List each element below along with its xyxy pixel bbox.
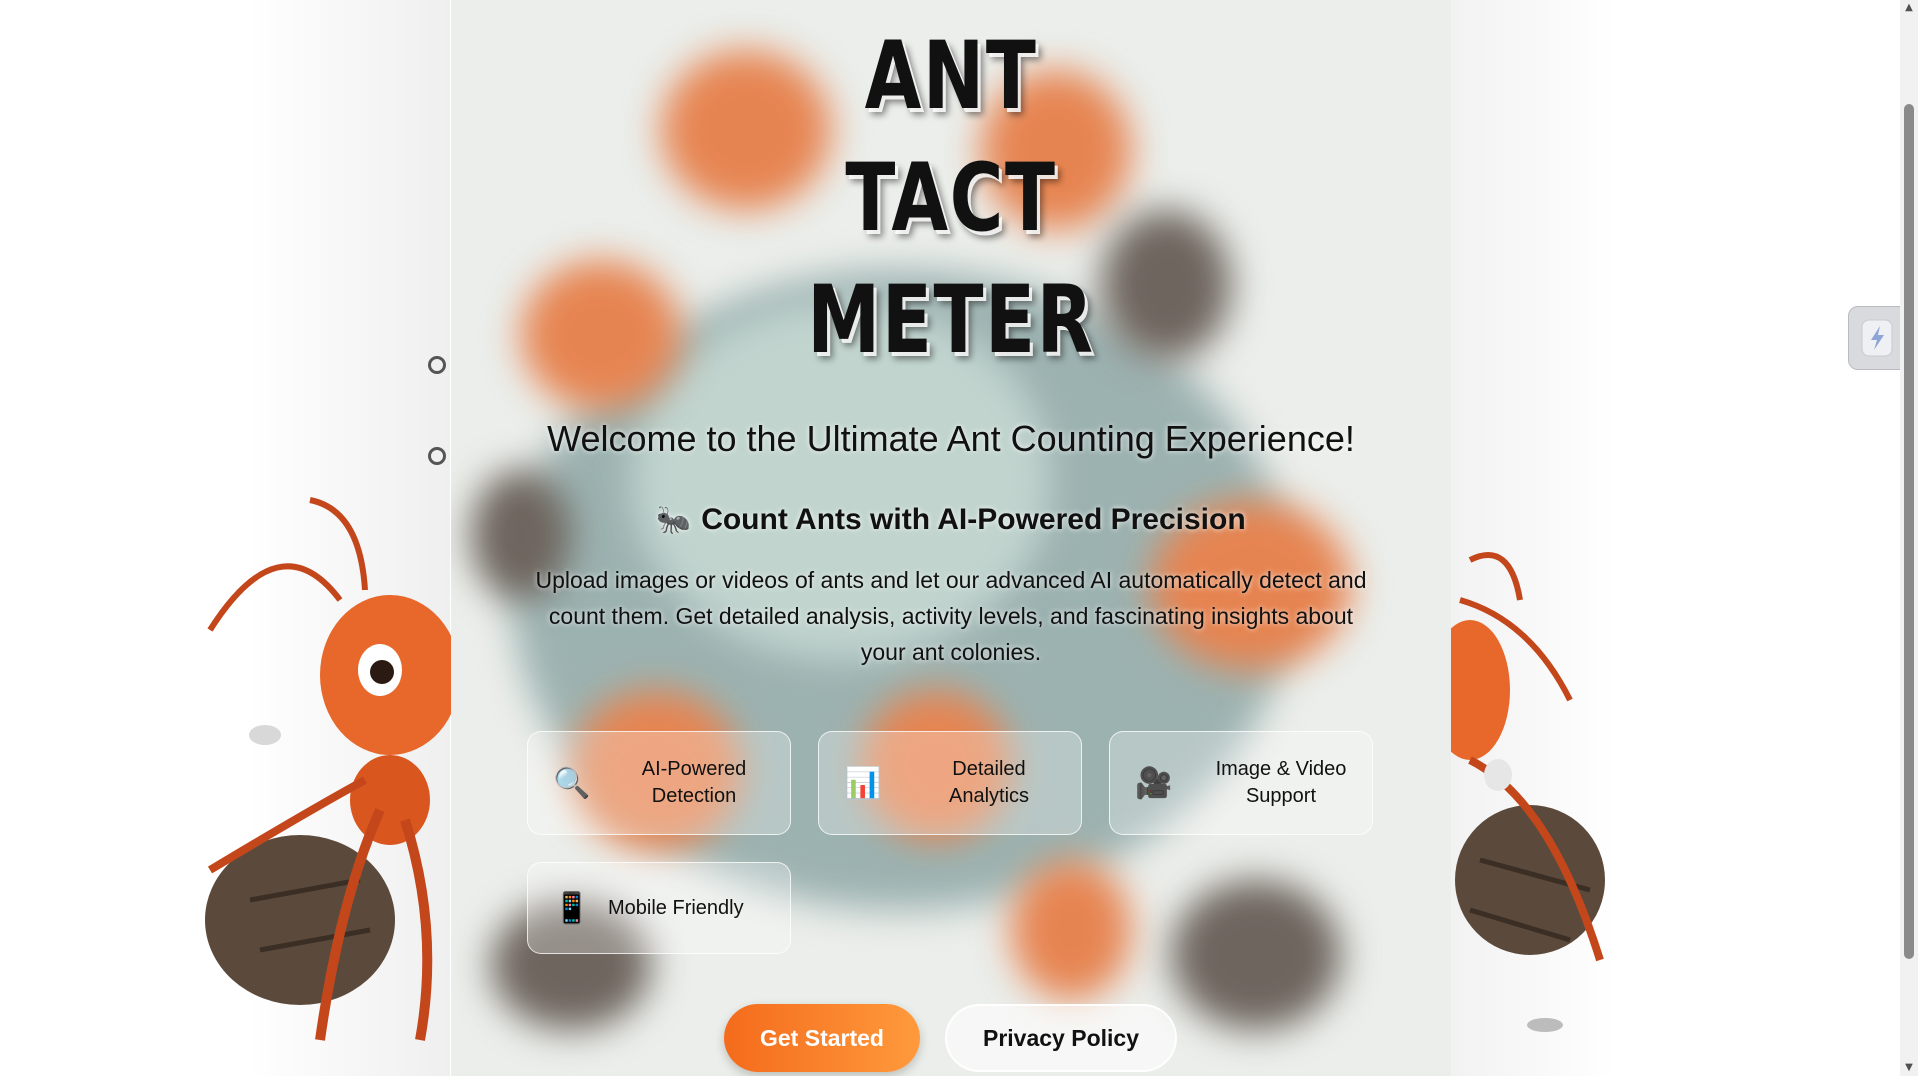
- subheading: 🐜 Count Ants with AI-Powered Precision: [451, 503, 1451, 537]
- hero-panel: ANT TACT METER Welcome to the Ultimate A…: [451, 0, 1451, 1076]
- feature-card-mobile: 📱 Mobile Friendly: [527, 862, 791, 954]
- mobile-phone-icon: 📱: [553, 891, 591, 925]
- get-started-button[interactable]: Get Started: [724, 1004, 920, 1072]
- pebble-decoration: [428, 356, 446, 374]
- app-title-line: ANT: [864, 22, 1038, 131]
- scroll-up-arrow-icon[interactable]: ▲: [1900, 0, 1918, 16]
- magnifier-icon: 🔍: [553, 766, 591, 800]
- privacy-policy-button[interactable]: Privacy Policy: [945, 1004, 1177, 1072]
- subheading-text: Count Ants with AI-Powered Precision: [701, 503, 1246, 536]
- right-ant-illustration: [1450, 552, 1605, 1032]
- feature-card-image-video: 🎥 Image & Video Support: [1109, 731, 1373, 835]
- feature-card-analytics: 📊 Detailed Analytics: [818, 731, 1082, 835]
- ant-icon: 🐜: [656, 504, 692, 535]
- scroll-down-arrow-icon[interactable]: ▼: [1900, 1060, 1918, 1076]
- floating-extension-button[interactable]: [1848, 306, 1906, 370]
- scrollbar-thumb[interactable]: [1904, 104, 1914, 959]
- feature-card-ai-detection: 🔍 AI-Powered Detection: [527, 731, 791, 835]
- feature-label: Image & Video Support: [1215, 758, 1347, 807]
- lightning-icon: [1861, 319, 1893, 357]
- feature-label: AI-Powered Detection: [641, 758, 747, 807]
- app-title-line: METER: [807, 266, 1095, 375]
- feature-label: Mobile Friendly: [608, 896, 744, 919]
- app-title-line: TACT: [845, 144, 1057, 253]
- bar-chart-icon: 📊: [844, 766, 882, 800]
- page-scrollbar[interactable]: ▲ ▼: [1900, 0, 1918, 1076]
- video-camera-icon: 🎥: [1135, 766, 1173, 800]
- hero-content: ANT TACT METER Welcome to the Ultimate A…: [451, 0, 1451, 1076]
- description-paragraph: Upload images or videos of ants and let …: [535, 567, 1367, 665]
- welcome-heading: Welcome to the Ultimate Ant Counting Exp…: [547, 418, 1355, 459]
- feature-label: Detailed Analytics: [948, 758, 1030, 807]
- pebble-decoration: [428, 447, 446, 465]
- left-ant-illustration: [205, 497, 460, 1041]
